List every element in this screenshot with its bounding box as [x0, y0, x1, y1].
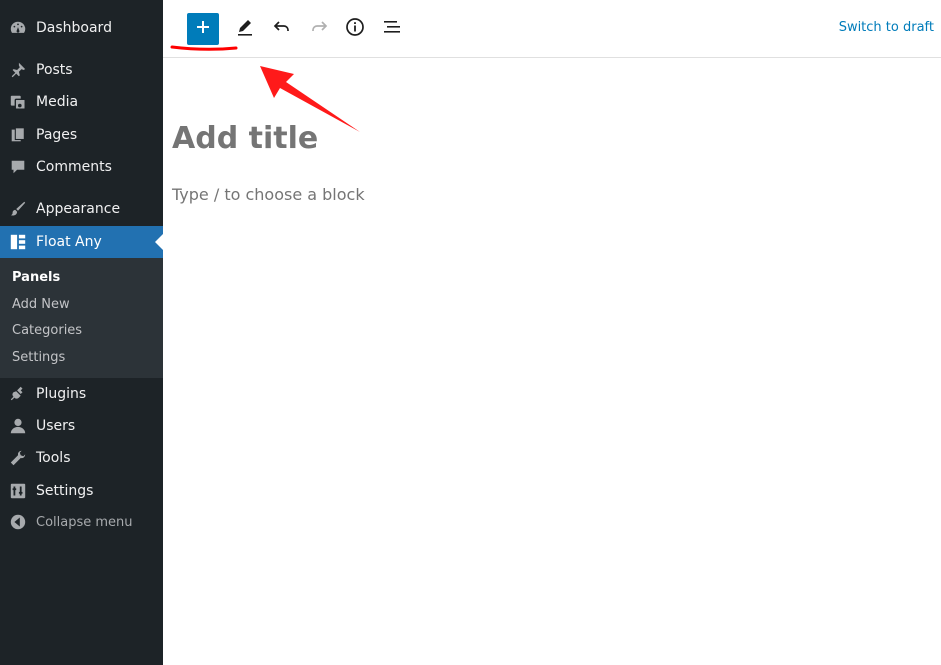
- sidebar-item-label: Users: [36, 418, 76, 434]
- sidebar-item-label: Float Any: [36, 234, 102, 250]
- plugin-icon: [8, 384, 28, 404]
- sidebar-item-users[interactable]: Users: [0, 410, 163, 442]
- tools-button[interactable]: [229, 13, 261, 45]
- admin-sidebar: Dashboard Posts Media Pages Comments App…: [0, 0, 163, 665]
- brush-icon: [8, 199, 28, 219]
- sidebar-item-label: Pages: [36, 127, 78, 143]
- undo-button[interactable]: [266, 13, 298, 45]
- sidebar-item-plugins[interactable]: Plugins: [0, 378, 163, 410]
- plus-icon: [195, 19, 211, 39]
- float-any-submenu: Panels Add New Categories Settings: [0, 258, 163, 378]
- sidebar-item-label: Comments: [36, 159, 112, 175]
- info-icon: [345, 17, 365, 41]
- sidebar-item-comments[interactable]: Comments: [0, 151, 163, 183]
- submenu-item-settings[interactable]: Settings: [12, 350, 65, 365]
- comments-icon: [8, 157, 28, 177]
- sidebar-item-label: Appearance: [36, 201, 121, 217]
- editor-canvas: Add title Type / to choose a block: [163, 58, 941, 665]
- sidebar-item-dashboard[interactable]: Dashboard: [0, 12, 163, 44]
- annotation-underline: [170, 45, 238, 51]
- sidebar-item-posts[interactable]: Posts: [0, 54, 163, 86]
- collapse-menu-button[interactable]: Collapse menu: [0, 506, 163, 538]
- user-icon: [8, 416, 28, 436]
- dashboard-icon: [8, 18, 28, 38]
- pencil-icon: [235, 17, 255, 41]
- undo-icon: [272, 17, 292, 41]
- block-placeholder[interactable]: Type / to choose a block: [172, 185, 365, 204]
- sidebar-item-float-any[interactable]: Float Any: [0, 226, 163, 258]
- sidebar-item-pages[interactable]: Pages: [0, 119, 163, 151]
- sidebar-item-media[interactable]: Media: [0, 86, 163, 118]
- switch-to-draft-button[interactable]: Switch to draft: [839, 20, 934, 35]
- settings-icon: [8, 481, 28, 501]
- sidebar-item-label: Plugins: [36, 386, 87, 402]
- sidebar-item-label: Tools: [36, 450, 71, 466]
- details-button[interactable]: [339, 13, 371, 45]
- sidebar-item-label: Dashboard: [36, 20, 112, 36]
- list-view-button[interactable]: [376, 13, 408, 45]
- submenu-item-categories[interactable]: Categories: [12, 323, 82, 338]
- collapse-menu-label: Collapse menu: [36, 514, 133, 530]
- redo-icon: [309, 17, 329, 41]
- sidebar-item-tools[interactable]: Tools: [0, 442, 163, 474]
- sidebar-item-label: Media: [36, 94, 79, 110]
- pin-icon: [8, 60, 28, 80]
- sidebar-item-label: Posts: [36, 62, 73, 78]
- submenu-item-panels[interactable]: Panels: [12, 270, 60, 285]
- wrench-icon: [8, 448, 28, 468]
- add-block-button[interactable]: [187, 13, 219, 45]
- grid-icon: [8, 232, 28, 252]
- submenu-item-add-new[interactable]: Add New: [12, 297, 70, 312]
- pages-icon: [8, 125, 28, 145]
- active-indicator: [155, 234, 163, 250]
- media-icon: [8, 92, 28, 112]
- sidebar-item-appearance[interactable]: Appearance: [0, 193, 163, 225]
- redo-button[interactable]: [303, 13, 335, 45]
- sidebar-item-label: Settings: [36, 483, 94, 499]
- list-view-icon: [382, 17, 402, 41]
- editor-toolbar: Switch to draft: [163, 0, 941, 58]
- annotation-arrow: [260, 66, 360, 132]
- sidebar-item-settings[interactable]: Settings: [0, 475, 163, 507]
- collapse-icon: [8, 512, 28, 532]
